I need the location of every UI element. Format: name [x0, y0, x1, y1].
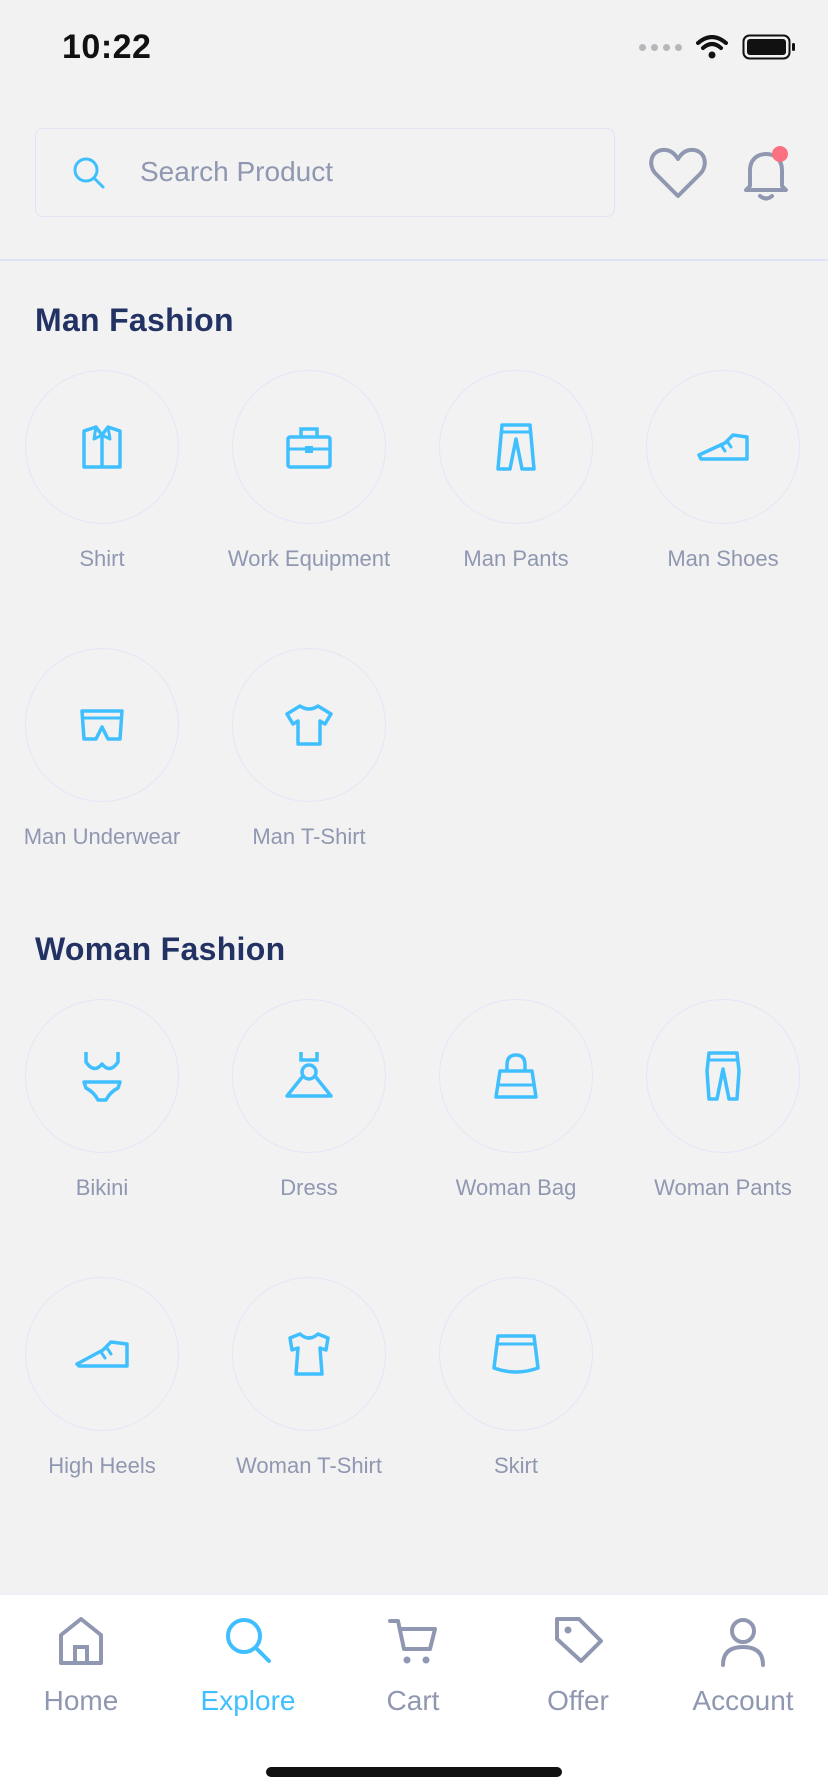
category-label: Shirt: [79, 546, 125, 571]
header: [0, 128, 828, 260]
nav-item-explore[interactable]: Explore: [178, 1613, 318, 1717]
notification-badge: [772, 146, 788, 162]
nav-label-cart: Cart: [386, 1685, 440, 1716]
nav-item-offer[interactable]: Offer: [508, 1613, 648, 1717]
search-input[interactable]: [140, 129, 580, 215]
home-icon: [59, 1617, 103, 1665]
nav-label-explore: Explore: [200, 1685, 296, 1716]
search-box[interactable]: [35, 128, 615, 217]
status-bar: 10:22: [0, 0, 828, 100]
shoe-icon: [697, 433, 749, 461]
home-indicator: [266, 1767, 562, 1777]
battery-icon: [742, 34, 795, 60]
briefcase-icon: [286, 427, 332, 469]
category-label: Dress: [280, 1175, 338, 1200]
bag-icon: [494, 1053, 538, 1099]
category-label: Woman T-Shirt: [236, 1453, 382, 1478]
category-label: Bikini: [75, 1175, 129, 1200]
section-title-woman-fashion: Woman Fashion: [35, 931, 286, 967]
category-label: Woman Pants: [654, 1175, 792, 1200]
section-title-man-fashion: Man Fashion: [35, 302, 234, 338]
category-label: Man Shoes: [667, 546, 779, 571]
nav-label-offer: Offer: [547, 1685, 609, 1716]
dress-icon: [285, 1052, 333, 1098]
user-icon: [721, 1618, 765, 1667]
category-label: Man T-Shirt: [252, 824, 366, 849]
underwear-icon: [80, 709, 124, 741]
nav-label-account: Account: [692, 1685, 794, 1716]
header-divider: [0, 259, 828, 261]
nav-item-home[interactable]: Home: [11, 1613, 151, 1717]
category-label: Woman Bag: [455, 1175, 577, 1200]
nav-item-cart[interactable]: Cart: [343, 1613, 483, 1717]
pants-icon: [705, 1051, 741, 1101]
bottom-nav: Home Explore Cart Offer Account: [0, 1594, 828, 1792]
tag-icon: [555, 1617, 603, 1663]
status-icons: [639, 34, 796, 60]
skirt-icon: [492, 1334, 540, 1374]
category-label: Man Underwear: [23, 824, 181, 849]
heart-icon: [649, 147, 707, 198]
category-label: High Heels: [48, 1453, 156, 1478]
heels-icon: [75, 1340, 129, 1368]
category-label: Work Equipment: [227, 546, 391, 571]
wifi-icon: [696, 35, 728, 59]
status-time: 10:22: [62, 28, 152, 66]
woman-tshirt-icon: [288, 1332, 330, 1376]
nav-item-account[interactable]: Account: [673, 1613, 813, 1717]
favorite-button[interactable]: [648, 146, 708, 202]
shirt-icon: [82, 425, 122, 469]
pants-icon: [496, 423, 536, 471]
category-label: Skirt: [494, 1453, 538, 1478]
cart-icon: [388, 1619, 437, 1664]
search-icon: [226, 1618, 271, 1663]
nav-label-home: Home: [43, 1685, 119, 1716]
search-icon: [73, 157, 105, 189]
notification-button[interactable]: [738, 144, 794, 204]
category-label: Man Pants: [463, 546, 569, 571]
tshirt-icon: [285, 704, 333, 746]
bikini-icon: [82, 1052, 122, 1102]
signal-icon: [639, 43, 682, 51]
